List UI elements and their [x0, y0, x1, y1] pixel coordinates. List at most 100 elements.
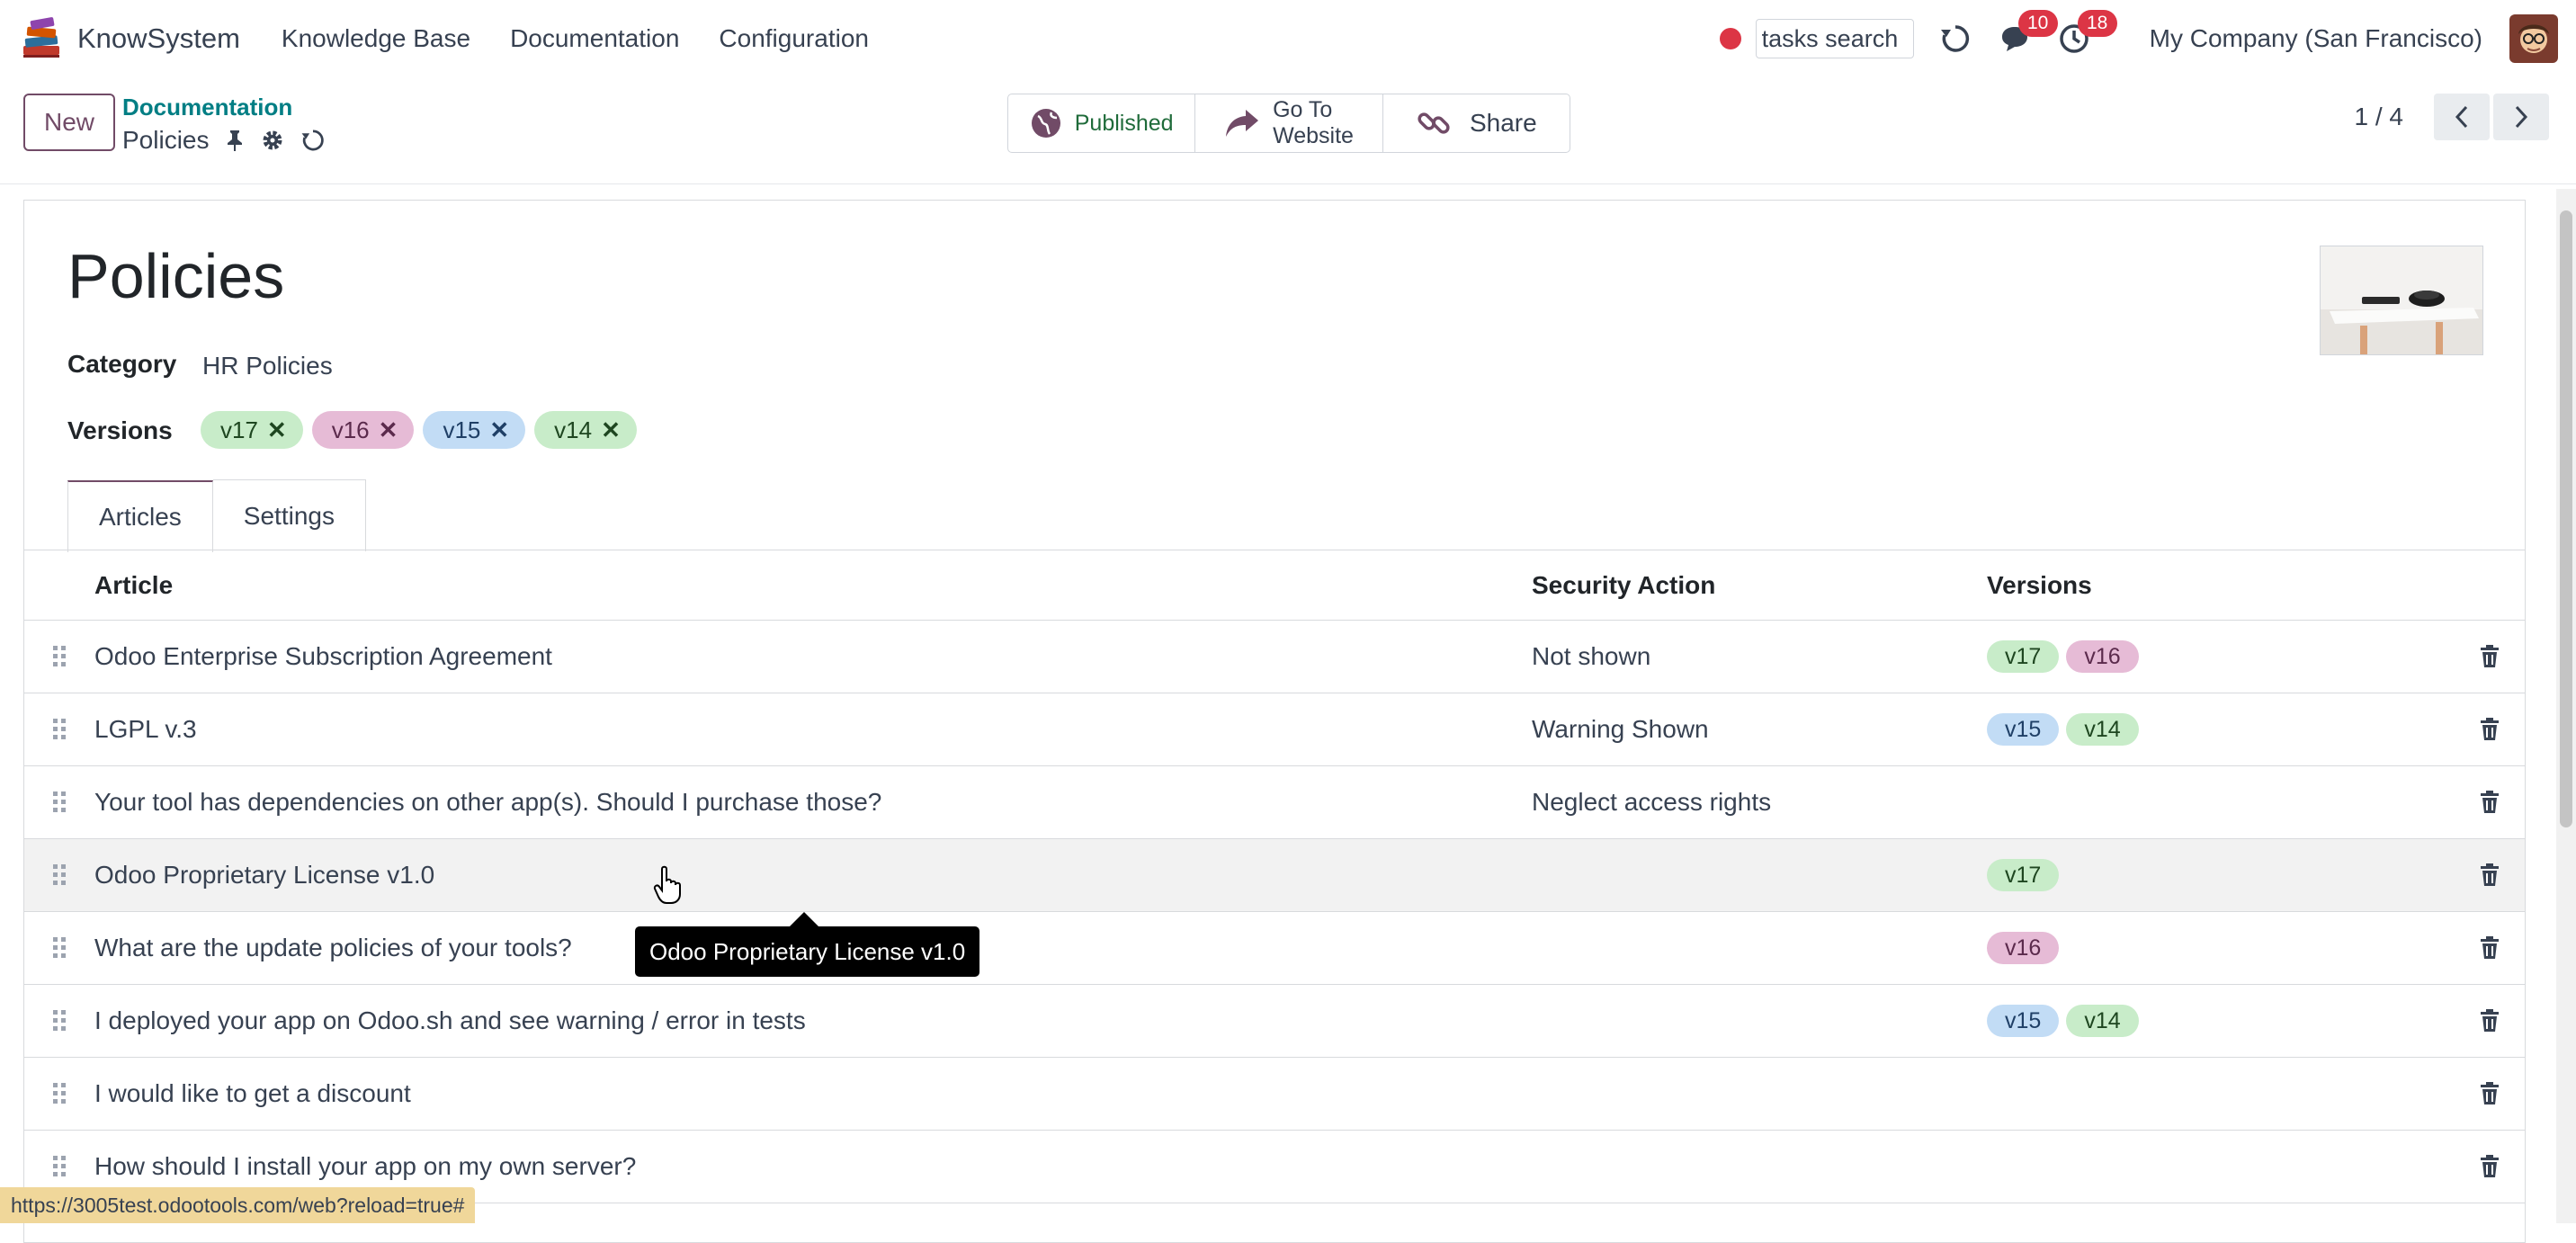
column-header-article[interactable]: Article [94, 571, 1532, 600]
breadcrumb-parent[interactable]: Documentation [122, 94, 292, 121]
column-header-security-action[interactable]: Security Action [1532, 571, 1987, 600]
pager-value[interactable]: 1 / 4 [2355, 103, 2403, 131]
main-menu: Knowledge Base Documentation Configurati… [262, 24, 889, 53]
drag-handle-icon[interactable] [24, 863, 94, 888]
drag-handle-icon[interactable] [24, 790, 94, 815]
table-row[interactable]: What are the update policies of your too… [24, 912, 2525, 985]
messages-icon[interactable]: 10 [1997, 10, 2058, 57]
trash-icon [2481, 645, 2499, 667]
activities-badge: 18 [2077, 10, 2117, 37]
books-app-icon[interactable] [18, 15, 65, 62]
cell-article[interactable]: I would like to get a discount [94, 1079, 1532, 1108]
cell-security-action[interactable]: Not shown [1532, 642, 1987, 671]
cell-article[interactable]: Your tool has dependencies on other app(… [94, 788, 1532, 817]
articles-table: Article Security Action Versions Odoo En… [24, 551, 2525, 1203]
brand[interactable]: KnowSystem [18, 15, 240, 62]
drag-handle-icon[interactable] [24, 644, 94, 669]
record-title[interactable]: Policies [67, 240, 284, 312]
version-badge: v15 [1987, 1005, 2060, 1037]
messages-badge: 10 [2017, 10, 2058, 37]
cell-versions[interactable]: v17 v16 [1987, 640, 2455, 673]
drag-handle-icon[interactable] [24, 717, 94, 742]
table-row[interactable]: Odoo Enterprise Subscription Agreement No… [24, 621, 2525, 693]
version-badge: v14 [2066, 713, 2139, 746]
trash-icon [2481, 863, 2499, 886]
delete-row-button[interactable] [2455, 1009, 2525, 1033]
version-tag: v17 ✕ [201, 411, 303, 449]
go-to-website-line1: Go To [1273, 97, 1333, 122]
new-button[interactable]: New [23, 94, 115, 151]
notebook-tabs: Articles Settings [67, 479, 366, 552]
tab-settings[interactable]: Settings [212, 479, 366, 551]
version-badge: v17 [1987, 859, 2060, 891]
drag-handle-icon[interactable] [24, 935, 94, 961]
gear-icon[interactable] [261, 129, 284, 152]
cell-security-action[interactable]: Warning Shown [1532, 715, 1987, 744]
delete-row-button[interactable] [2455, 645, 2525, 668]
share-button[interactable]: Share [1383, 94, 1570, 152]
table-row[interactable]: LGPL v.3 Warning Shown v15 v14 [24, 693, 2525, 766]
drag-handle-icon[interactable] [24, 1154, 94, 1179]
company-switcher[interactable]: My Company (San Francisco) [2150, 24, 2482, 53]
table-row[interactable]: Your tool has dependencies on other app(… [24, 766, 2525, 839]
recording-indicator-icon[interactable] [1719, 28, 1741, 49]
delete-row-button[interactable] [2455, 1155, 2525, 1178]
vertical-scrollbar[interactable] [2556, 189, 2576, 1223]
version-tag: v15 ✕ [423, 411, 526, 449]
top-navbar: KnowSystem Knowledge Base Documentation … [0, 0, 2576, 78]
published-toggle-button[interactable]: Published [1008, 94, 1196, 152]
pin-icon[interactable] [225, 129, 245, 152]
go-to-website-button[interactable]: Go To Website [1195, 94, 1383, 152]
menu-configuration[interactable]: Configuration [699, 24, 889, 53]
pager: 1 / 4 [2355, 94, 2549, 140]
version-tag: v14 ✕ [534, 411, 637, 449]
delete-row-button[interactable] [2455, 791, 2525, 814]
cell-security-action[interactable]: Neglect access rights [1532, 788, 1987, 817]
revert-icon[interactable] [300, 128, 326, 153]
table-body: Odoo Enterprise Subscription Agreement No… [24, 621, 2525, 1203]
table-row[interactable]: Odoo Proprietary License v1.0 v17 [24, 839, 2525, 912]
delete-row-button[interactable] [2455, 863, 2525, 887]
category-field[interactable]: HR Policies [202, 352, 333, 380]
remove-tag-icon[interactable]: ✕ [489, 416, 509, 444]
delete-row-button[interactable] [2455, 718, 2525, 741]
refresh-icon[interactable] [1937, 21, 1973, 57]
cell-article[interactable]: Odoo Enterprise Subscription Agreement [94, 642, 1532, 671]
chevron-left-icon [2455, 105, 2468, 129]
menu-knowledge-base[interactable]: Knowledge Base [262, 24, 490, 53]
pager-next-button[interactable] [2493, 94, 2549, 140]
activities-clock-icon[interactable]: 18 [2056, 10, 2117, 57]
trash-icon [2481, 936, 2499, 959]
drag-handle-icon[interactable] [24, 1081, 94, 1106]
pager-previous-button[interactable] [2434, 94, 2490, 140]
delete-row-button[interactable] [2455, 1082, 2525, 1105]
record-image[interactable] [2320, 246, 2483, 355]
remove-tag-icon[interactable]: ✕ [267, 416, 287, 444]
cell-versions[interactable]: v16 [1987, 932, 2455, 964]
cell-versions[interactable]: v15 v14 [1987, 1005, 2455, 1037]
status-bar-url: https://3005test.odootools.com/web?reloa… [0, 1187, 476, 1223]
trash-icon [2481, 1009, 2499, 1032]
cell-article[interactable]: Odoo Proprietary License v1.0 [94, 861, 1532, 890]
cell-versions[interactable]: v15 v14 [1987, 713, 2455, 746]
column-header-versions[interactable]: Versions [1987, 571, 2455, 600]
systray: 10 18 My Company (San Francisco) [1719, 0, 2558, 77]
table-row[interactable]: I would like to get a discount [24, 1058, 2525, 1131]
remove-tag-icon[interactable]: ✕ [601, 416, 621, 444]
tasks-search-input[interactable] [1755, 19, 1914, 58]
table-row[interactable]: I deployed your app on Odoo.sh and see w… [24, 985, 2525, 1058]
delete-row-button[interactable] [2455, 936, 2525, 960]
cell-article[interactable]: How should I install your app on my own … [94, 1152, 1532, 1181]
cell-article[interactable]: I deployed your app on Odoo.sh and see w… [94, 1006, 1532, 1035]
drag-handle-icon[interactable] [24, 1008, 94, 1033]
cell-article[interactable]: LGPL v.3 [94, 715, 1532, 744]
tab-articles[interactable]: Articles [67, 480, 213, 552]
user-avatar[interactable] [2509, 14, 2558, 63]
scrollbar-thumb[interactable] [2560, 210, 2572, 827]
menu-documentation[interactable]: Documentation [490, 24, 699, 53]
app-name[interactable]: KnowSystem [77, 22, 240, 55]
versions-tags-field[interactable]: v17 ✕ v16 ✕ v15 ✕ v14 ✕ [201, 411, 646, 449]
version-badge: v16 [1987, 932, 2060, 964]
remove-tag-icon[interactable]: ✕ [379, 416, 398, 444]
cell-versions[interactable]: v17 [1987, 859, 2455, 891]
